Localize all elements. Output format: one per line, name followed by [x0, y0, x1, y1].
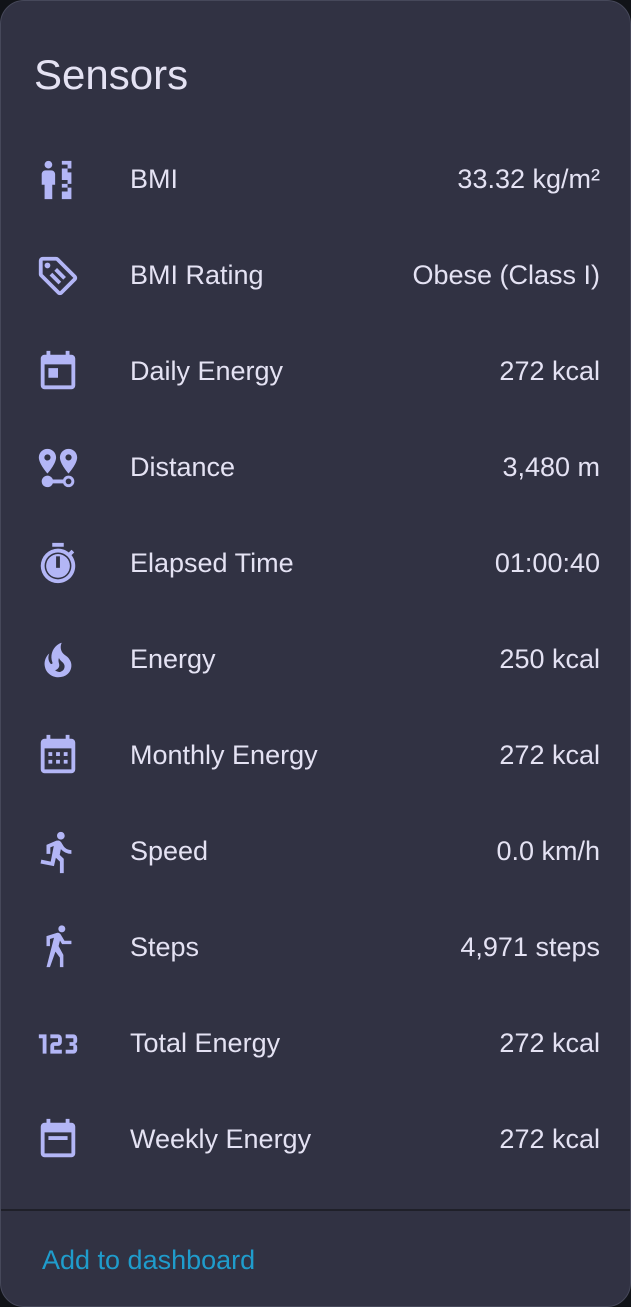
sensor-value: Obese (Class I)	[412, 260, 600, 290]
sensor-value: 250 kcal	[499, 644, 600, 674]
card-actions: Add to dashboard	[1, 1211, 630, 1306]
fire-icon	[34, 636, 82, 684]
sensor-name: Distance	[130, 452, 236, 482]
sensor-name: BMI	[130, 164, 179, 194]
sensor-name: Steps	[130, 932, 200, 962]
sensor-value: 3,480 m	[502, 452, 600, 482]
sensor-name: Speed	[130, 836, 209, 866]
sensor-value: 33.32 kg/m²	[457, 164, 600, 194]
sensor-value: 272 kcal	[499, 1028, 600, 1058]
sensors-card: Sensors BMI 33.32 kg/m² BMI Rating Obese…	[0, 0, 631, 1307]
sensor-value: 0.0 km/h	[496, 836, 600, 866]
sensor-list: BMI 33.32 kg/m² BMI Rating Obese (Class …	[1, 130, 630, 1186]
sensor-row-energy[interactable]: Energy 250 kcal	[1, 610, 630, 706]
sensor-name: Monthly Energy	[130, 740, 318, 770]
sensor-row-monthly-energy[interactable]: Monthly Energy 272 kcal	[1, 706, 630, 802]
sensor-name: Total Energy	[130, 1028, 281, 1058]
sensor-name: Elapsed Time	[130, 548, 294, 578]
sensor-row-daily-energy[interactable]: Daily Energy 272 kcal	[1, 322, 630, 418]
human-height-icon	[34, 156, 82, 204]
sensor-value: 01:00:40	[494, 548, 600, 578]
card-title: Sensors	[34, 51, 189, 98]
tag-icon	[34, 252, 82, 300]
run-icon	[34, 828, 82, 876]
add-to-dashboard-button[interactable]: Add to dashboard	[42, 1242, 255, 1278]
map-marker-distance-icon	[34, 444, 82, 492]
sensor-row-bmi[interactable]: BMI 33.32 kg/m²	[1, 130, 630, 226]
sensor-row-speed[interactable]: Speed 0.0 km/h	[1, 802, 630, 898]
walk-icon	[34, 924, 82, 972]
calendar-today-icon	[34, 348, 82, 396]
sensor-value: 4,971 steps	[460, 932, 600, 962]
numeric-icon	[34, 1020, 82, 1068]
sensor-name: Weekly Energy	[130, 1124, 312, 1154]
sensor-row-total-energy[interactable]: Total Energy 272 kcal	[1, 994, 630, 1090]
sensor-value: 272 kcal	[499, 1124, 600, 1154]
calendar-month-icon	[34, 732, 82, 780]
sensor-name: Daily Energy	[130, 356, 284, 386]
sensor-row-distance[interactable]: Distance 3,480 m	[1, 418, 630, 514]
timer-icon	[34, 540, 82, 588]
sensor-value: 272 kcal	[499, 356, 600, 386]
sensor-row-steps[interactable]: Steps 4,971 steps	[1, 898, 630, 994]
sensor-name: BMI Rating	[130, 260, 264, 290]
sensor-row-elapsed-time[interactable]: Elapsed Time 01:00:40	[1, 514, 630, 610]
calendar-week-icon	[34, 1116, 82, 1164]
sensor-row-bmi-rating[interactable]: BMI Rating Obese (Class I)	[1, 226, 630, 322]
sensor-row-weekly-energy[interactable]: Weekly Energy 272 kcal	[1, 1090, 630, 1186]
sensor-value: 272 kcal	[499, 740, 600, 770]
sensor-name: Energy	[130, 644, 216, 674]
